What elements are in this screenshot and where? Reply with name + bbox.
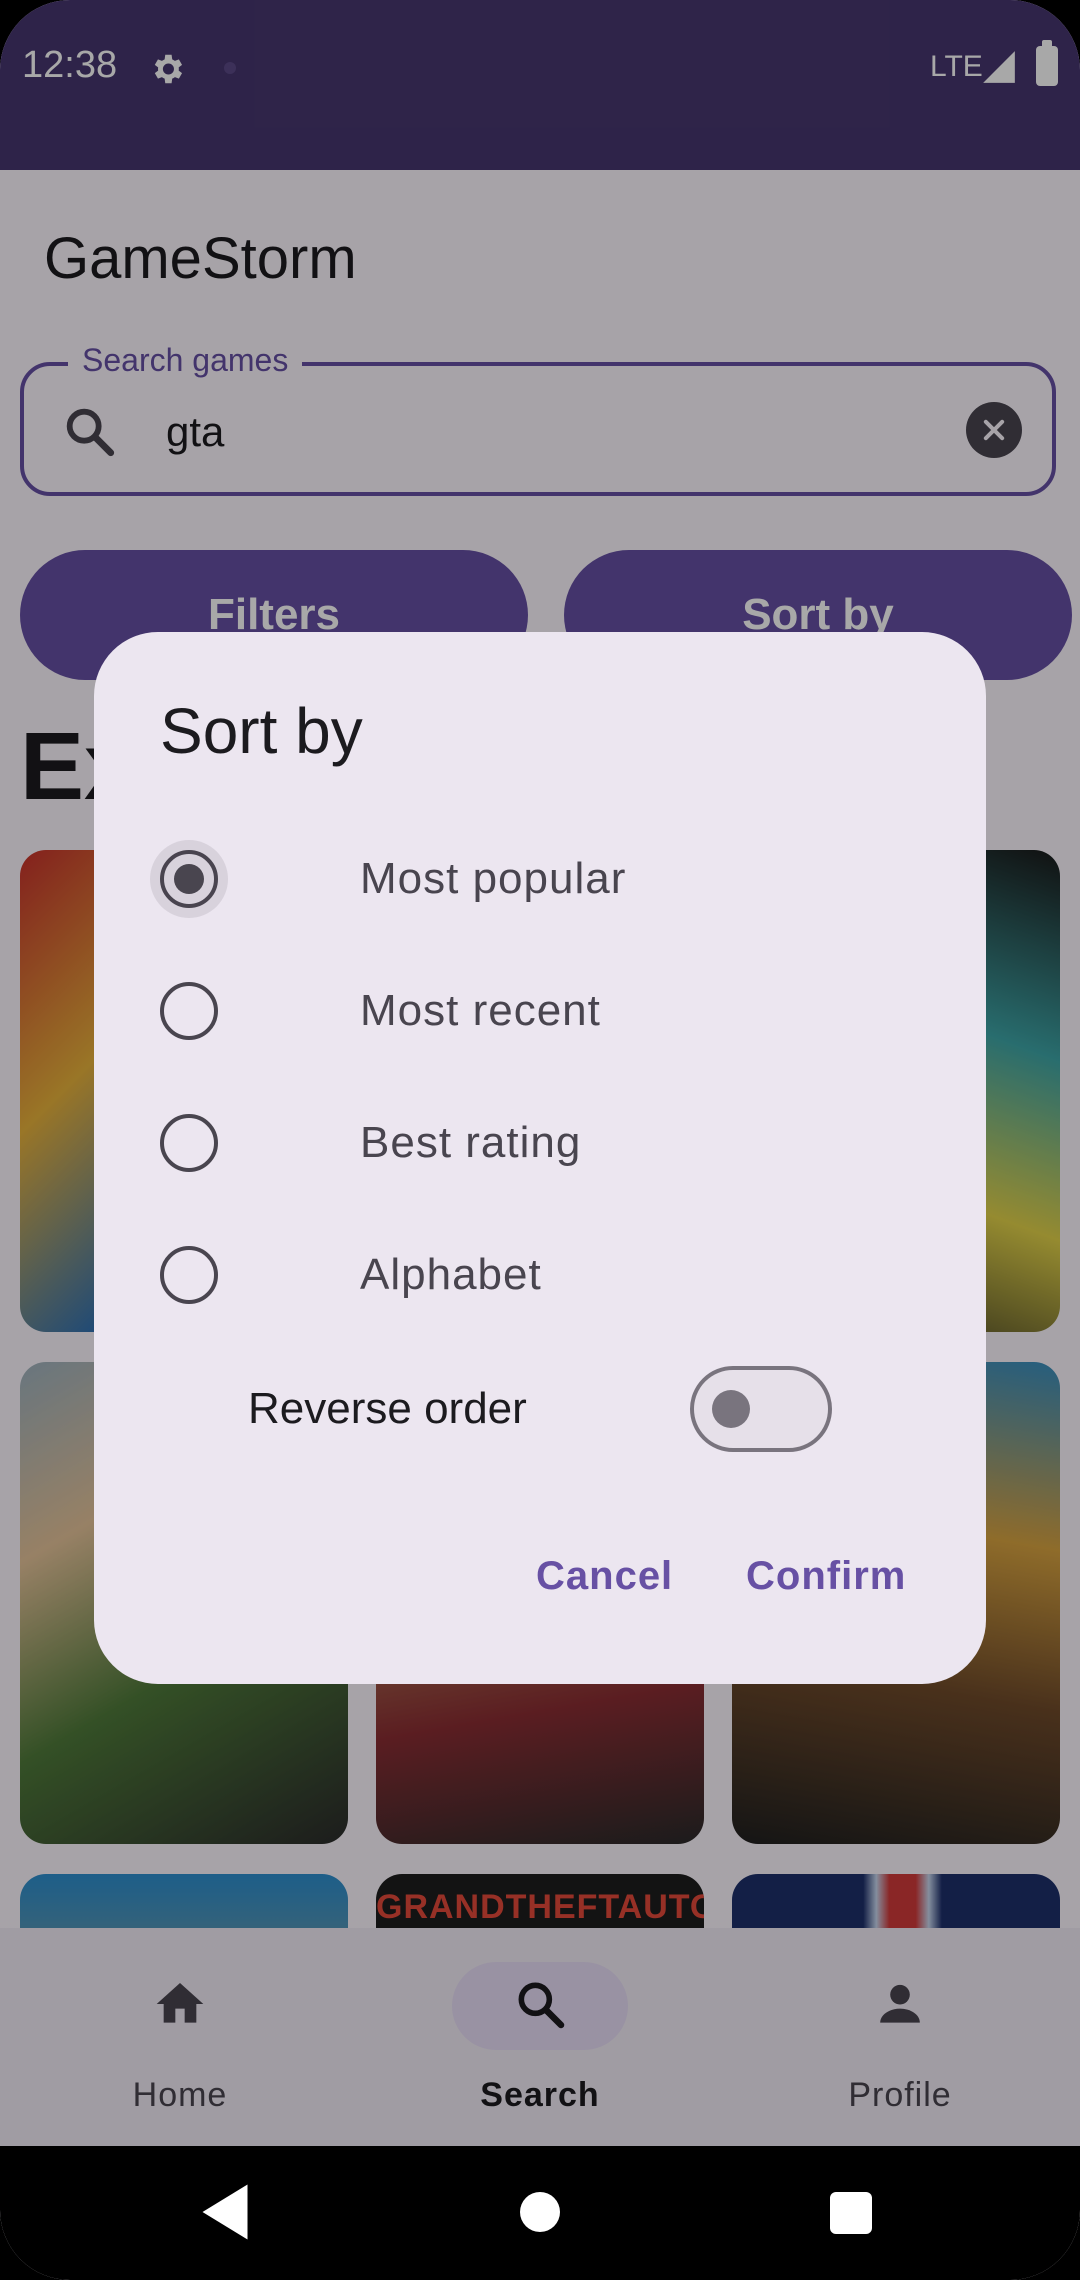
sort-option-best-rating[interactable]: Best rating [160,1088,920,1198]
confirm-button[interactable]: Confirm [746,1554,906,1599]
recents-icon[interactable] [830,2192,872,2234]
sort-option-label: Most popular [360,854,627,903]
radio-button[interactable] [160,1246,218,1304]
back-icon[interactable] [200,2182,250,2242]
sort-dialog: Sort by Most popular Most recent Best ra… [94,632,986,1684]
reverse-order-label: Reverse order [248,1384,527,1433]
radio-button-checked[interactable] [150,840,228,918]
home-button-icon[interactable] [520,2192,560,2232]
sort-option-label: Alphabet [360,1250,542,1299]
sort-option-label: Most recent [360,986,601,1035]
cancel-button[interactable]: Cancel [536,1554,673,1599]
radio-button[interactable] [160,1114,218,1172]
sort-option-alphabet[interactable]: Alphabet [160,1220,920,1330]
sort-option-label: Best rating [360,1118,582,1167]
phone-screen: 12:38 LTE GameStorm Search games gta Fil… [0,0,1080,2280]
sort-option-most-recent[interactable]: Most recent [160,956,920,1066]
switch-thumb [712,1390,750,1428]
reverse-order-switch[interactable] [690,1366,832,1452]
system-navigation-bar [0,2146,1080,2280]
dialog-title: Sort by [160,695,363,767]
radio-button[interactable] [160,982,218,1040]
sort-option-most-popular[interactable]: Most popular [150,824,920,934]
